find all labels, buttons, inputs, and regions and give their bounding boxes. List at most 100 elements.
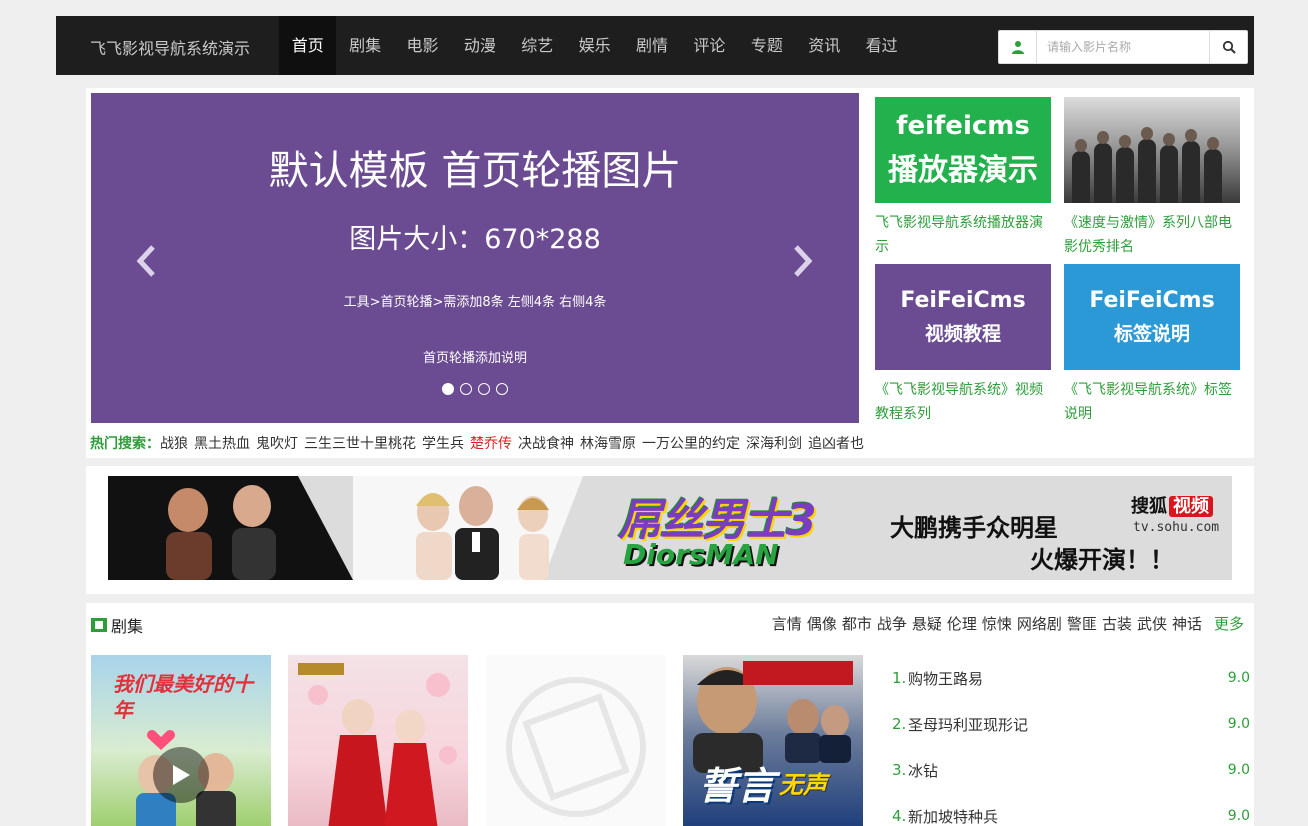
carousel-hint: 工具>首页轮播>需添加8条 左侧4条 右侧4条 [343, 295, 607, 310]
carousel[interactable]: 默认模板 首页轮播图片 图片大小：670*288 工具>首页轮播>需添加8条 左… [91, 93, 859, 423]
ranking-row[interactable]: 1. 购物王路易 9.0 [892, 655, 1250, 701]
section-tag[interactable]: 警匪 [1067, 615, 1097, 633]
side-feature-image[interactable]: FeiFeiCms 视频教程 [875, 264, 1051, 370]
hot-search-item[interactable]: 林海雪原 [580, 436, 636, 452]
side-feature-caption[interactable]: 《飞飞影视导航系统》标签说明 [1064, 378, 1240, 426]
side-feature-caption[interactable]: 飞飞影视导航系统播放器演示 [875, 211, 1051, 259]
section-tag[interactable]: 惊悚 [982, 615, 1012, 633]
section-tag[interactable]: 古装 [1102, 615, 1132, 633]
rank-title[interactable]: 购物王路易 [908, 668, 1220, 689]
hot-search-item[interactable]: 决战食神 [518, 436, 574, 452]
section-tag[interactable]: 悬疑 [912, 615, 942, 633]
side-feature-player: feifeicms 播放器演示 飞飞影视导航系统播放器演示 [875, 97, 1051, 259]
play-icon[interactable] [153, 747, 209, 803]
hot-search-item[interactable]: 深海利剑 [746, 436, 802, 452]
section-tag[interactable]: 伦理 [947, 615, 977, 633]
banner-line-1: 大鹏携手众明星 [890, 514, 1058, 542]
side-feature-image-title: FeiFeiCms [1089, 288, 1215, 313]
search-input[interactable] [1037, 31, 1209, 63]
side-feature-image[interactable]: FeiFeiCms 标签说明 [1064, 264, 1240, 370]
poster-card[interactable]: 誓言 无声 [683, 655, 863, 826]
hot-search-item[interactable]: 追凶者也 [808, 436, 864, 452]
user-icon[interactable] [999, 31, 1037, 63]
sohu-logo: 搜狐 视频 [1131, 492, 1213, 518]
hot-search-item[interactable]: 战狼 [160, 436, 188, 452]
poster-card[interactable] [288, 655, 468, 826]
nav-item-movie[interactable]: 电影 [394, 16, 451, 75]
chevron-left-icon [136, 245, 155, 277]
carousel-dot-3[interactable] [478, 383, 490, 395]
section-title[interactable]: 剧集 [111, 613, 143, 637]
poster-art [298, 663, 457, 826]
section-tag[interactable]: 都市 [842, 615, 872, 633]
carousel-prev-button[interactable] [133, 241, 161, 281]
carousel-size-text: 图片大小：670*288 [349, 224, 601, 255]
carousel-dot-1[interactable] [442, 383, 454, 395]
main-nav: 首页 剧集 电影 动漫 综艺 娱乐 剧情 评论 专题 资讯 看过 [279, 16, 910, 75]
rank-title[interactable]: 新加坡特种兵 [908, 806, 1220, 826]
hot-search-item[interactable]: 学生兵 [422, 436, 464, 452]
featured-panel: 默认模板 首页轮播图片 图片大小：670*288 工具>首页轮播>需添加8条 左… [86, 88, 1254, 458]
rank-number: 2. [892, 715, 907, 733]
rank-title[interactable]: 圣母玛利亚现形记 [908, 714, 1220, 735]
hot-search-item[interactable]: 三生三世十里桃花 [304, 436, 416, 452]
carousel-link[interactable]: 首页轮播添加说明 [91, 347, 859, 366]
nav-item-review[interactable]: 评论 [681, 16, 738, 75]
side-feature-image-subtitle: 播放器演示 [888, 153, 1038, 188]
hot-search-item[interactable]: 一万公里的约定 [642, 436, 740, 452]
section-icon [91, 618, 107, 632]
search-button[interactable] [1209, 31, 1247, 63]
side-feature-tutorial: FeiFeiCms 视频教程 《飞飞影视导航系统》视频教程系列 [875, 264, 1051, 426]
section-tags: 言情 偶像 都市 战争 悬疑 伦理 惊悚 网络剧 警匪 古装 武侠 神话 更多 [767, 613, 1244, 634]
side-feature-image-title: feifeicms [896, 111, 1030, 141]
ranking-row[interactable]: 2. 圣母玛利亚现形记 9.0 [892, 701, 1250, 747]
poster-card-placeholder[interactable] [486, 655, 666, 826]
section-tag[interactable]: 偶像 [807, 615, 837, 633]
carousel-dot-4[interactable] [496, 383, 508, 395]
section-more-link[interactable]: 更多 [1214, 615, 1244, 633]
section-tag[interactable]: 神话 [1172, 615, 1202, 633]
nav-item-anime[interactable]: 动漫 [451, 16, 508, 75]
nav-item-news[interactable]: 资讯 [796, 16, 853, 75]
nav-item-topic[interactable]: 专题 [738, 16, 795, 75]
section-tag[interactable]: 战争 [877, 615, 907, 633]
carousel-headline: 默认模板 首页轮播图片 [268, 148, 682, 194]
nav-item-plot[interactable]: 剧情 [623, 16, 680, 75]
poster-title: 我们最美好的十年 [113, 672, 253, 722]
nav-item-series[interactable]: 剧集 [336, 16, 393, 75]
nav-item-history[interactable]: 看过 [853, 16, 910, 75]
rank-title[interactable]: 冰钻 [908, 760, 1220, 781]
side-feature-caption[interactable]: 《速度与激情》系列八部电影优秀排名 [1064, 211, 1240, 259]
hot-search-item-highlight[interactable]: 楚乔传 [470, 436, 512, 452]
poster-subtitle: 无声 [779, 771, 827, 799]
rank-score: 9.0 [1227, 808, 1250, 824]
carousel-indicators [91, 383, 859, 395]
side-feature-image[interactable]: feifeicms 播放器演示 [875, 97, 1051, 203]
ranking-row[interactable]: 4. 新加坡特种兵 9.0 [892, 793, 1250, 826]
side-feature-caption[interactable]: 《飞飞影视导航系统》视频教程系列 [875, 378, 1051, 426]
hot-search-item[interactable]: 黑土热血 [194, 436, 250, 452]
ranking-row[interactable]: 3. 冰钻 9.0 [892, 747, 1250, 793]
nav-item-home[interactable]: 首页 [279, 16, 337, 75]
section-tag[interactable]: 武侠 [1137, 615, 1167, 633]
hot-search-item[interactable]: 鬼吹灯 [256, 436, 298, 452]
series-section: 剧集 言情 偶像 都市 战争 悬疑 伦理 惊悚 网络剧 警匪 古装 武侠 神话 更多 我们最美好的十年 [86, 603, 1254, 826]
top-navbar: 飞飞影视导航系统演示 首页 剧集 电影 动漫 综艺 娱乐 剧情 评论 专题 资讯… [56, 16, 1254, 75]
ad-banner[interactable]: 屌丝男士3 DiorsMAN 大鹏携手众明星 火爆开演！！ 搜狐 视频 tv.so… [108, 476, 1232, 580]
site-brand[interactable]: 飞飞影视导航系统演示 [90, 35, 250, 59]
nav-item-entertainment[interactable]: 娱乐 [566, 16, 623, 75]
rank-number: 3. [892, 761, 907, 779]
side-feature-image-title: FeiFeiCms [900, 288, 1026, 313]
section-tag[interactable]: 网络剧 [1017, 615, 1062, 633]
ranking-list: 1. 购物王路易 9.0 2. 圣母玛利亚现形记 9.0 3. 冰钻 9.0 4… [892, 655, 1250, 826]
carousel-dot-2[interactable] [460, 383, 472, 395]
nav-item-variety[interactable]: 综艺 [509, 16, 566, 75]
section-tag[interactable]: 言情 [772, 615, 802, 633]
side-feature-photo[interactable] [1064, 97, 1240, 203]
banner-line-2: 火爆开演！！ [1030, 546, 1174, 574]
chevron-right-icon [794, 245, 813, 277]
poster-card[interactable]: 我们最美好的十年 [91, 655, 271, 826]
carousel-next-button[interactable] [788, 241, 816, 281]
section-header: 剧集 [91, 613, 143, 637]
hot-search-label: 热门搜索： [90, 436, 160, 452]
